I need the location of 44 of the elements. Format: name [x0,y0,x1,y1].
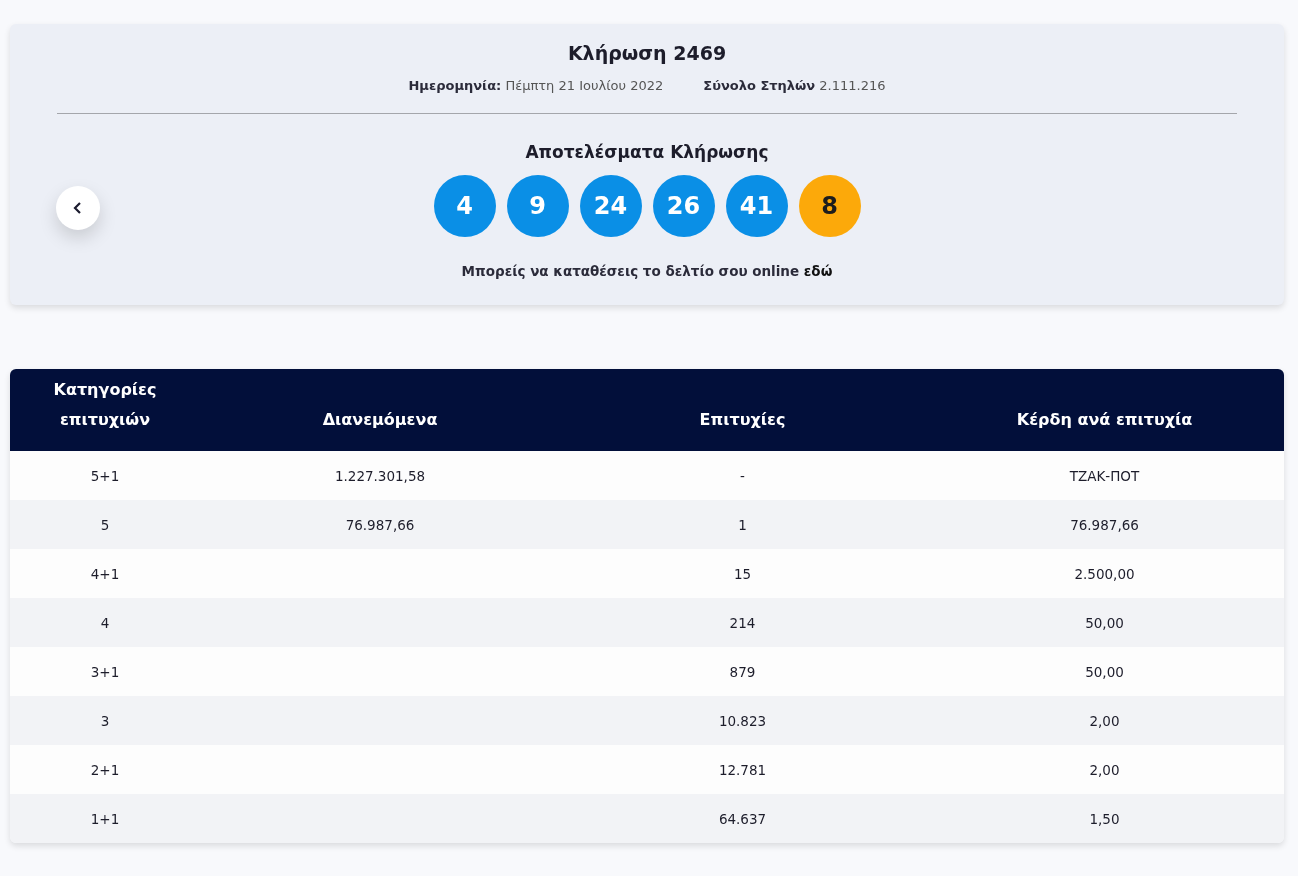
table-cell: 5+1 [90,467,120,484]
chevron-left-icon [73,202,83,214]
table-cell: 3 [100,712,110,729]
table-cell: 5 [100,516,110,533]
table-cell: 1 [738,516,747,533]
column-header: Επιτυχίες [698,409,787,431]
table-cell: 10.823 [718,712,767,729]
number-ball: 24 [579,175,642,237]
table-cell: 64.637 [718,810,767,827]
number-ball: 8 [798,175,861,237]
table-cell: 2,00 [1089,712,1120,729]
table-cell: 15 [733,565,752,582]
here-link[interactable]: εδώ [803,263,833,279]
table-cell: 879 [729,663,756,680]
table-cell: 3+1 [90,663,120,680]
table-cell: 12.781 [718,761,767,778]
number-ball: 9 [506,175,569,237]
online-note: Μπορείς να καταθέσεις το δελτίο σου online εδώ [461,263,833,279]
table-cell: 50,00 [1085,614,1124,631]
table-cell: 50,00 [1085,663,1124,680]
draw-date: Ημερομηνία: Πέμπτη 21 Ιουλίου 2022 [408,78,664,93]
table-cell: ΤΖΑΚ-ΠΟΤ [1069,467,1140,484]
table-cell: 2.500,00 [1074,565,1135,582]
number-ball: 4 [433,175,496,237]
number-ball: 41 [725,175,788,237]
table-cell: 2+1 [90,761,120,778]
column-header: Κατηγορίες επιτυχιών [52,379,158,431]
column-header: Κέρδη ανά επιτυχία [1015,409,1194,431]
table-cell: 4+1 [90,565,120,582]
table-cell: 76.987,66 [345,516,415,533]
draw-title: Κλήρωση 2469 [567,42,727,64]
table-cell: 1,50 [1089,810,1120,827]
table-cell: - [740,467,745,484]
table-cell: 1.227.301,58 [334,467,426,484]
table-cell: 2,00 [1089,761,1120,778]
table-cell: 76.987,66 [1070,516,1139,533]
table-cell: 4 [100,614,110,631]
column-header: Διανεμόμενα [321,409,439,431]
total-columns: Σύνολο Στηλών 2.111.216 [703,78,886,93]
number-ball: 26 [652,175,715,237]
previous-button[interactable] [56,186,100,230]
results-title: Αποτελέσματα Κλήρωσης [525,142,769,162]
table-cell: 1+1 [90,810,120,827]
table-cell: 214 [729,614,756,631]
